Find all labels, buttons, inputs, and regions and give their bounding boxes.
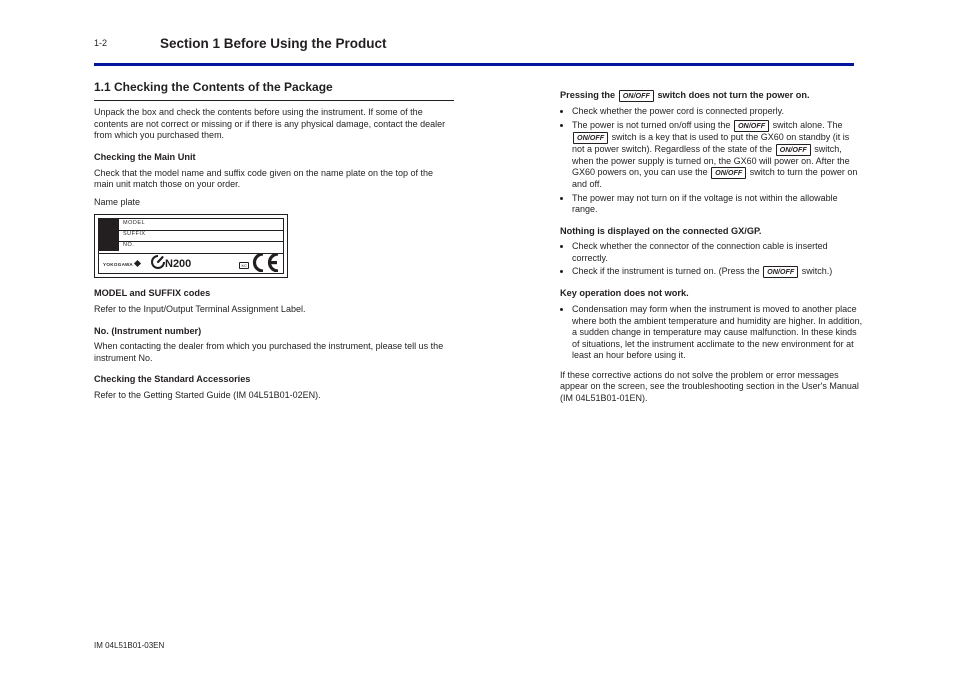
- list-item: The power is not turned on/off using the…: [572, 120, 863, 191]
- intro-paragraph: Unpack the box and check the contents be…: [94, 107, 454, 142]
- name-plate-figure: MODEL SUFFIX NO. YOKOGAWA N200 KC: [94, 214, 288, 278]
- ce-mark-icon: [251, 253, 280, 272]
- section-title: Section 1 Before Using the Product: [160, 36, 387, 51]
- footer-model-code: IM 04L51B01-03EN: [94, 641, 164, 650]
- heading-key-op: Key operation does not work.: [560, 288, 863, 300]
- plate-suffix-label: SUFFIX: [123, 231, 146, 238]
- heading-1-1: 1.1 Checking the Contents of the Package: [94, 80, 454, 95]
- list-item: Check if the instrument is turned on. (P…: [572, 266, 863, 278]
- kc-mark-icon: KC: [239, 262, 249, 269]
- c-tick-mark-icon: N200: [151, 255, 191, 271]
- plate-no-label: NO.: [123, 242, 134, 249]
- on-off-key-icon: ON/OFF: [734, 120, 769, 132]
- left-column: 1.1 Checking the Contents of the Package…: [94, 80, 454, 408]
- heading-press-switch: Pressing the ON/OFF switch does not turn…: [560, 90, 863, 102]
- list-item: The power may not turn on if the voltage…: [572, 193, 863, 216]
- on-off-key-icon: ON/OFF: [763, 266, 798, 278]
- on-off-key-icon: ON/OFF: [619, 90, 654, 102]
- plate-brand: YOKOGAWA: [103, 261, 140, 268]
- heading-underline: [94, 99, 454, 101]
- bullet-list-power: Check whether the power cord is connecte…: [560, 106, 863, 216]
- check-main-paragraph: Check that the model name and suffix cod…: [94, 168, 454, 191]
- troubleshoot-footer-paragraph: If these corrective actions do not solve…: [560, 370, 863, 405]
- diamond-icon: [134, 260, 141, 267]
- plate-model-label: MODEL: [123, 220, 145, 227]
- model-paragraph: Refer to the Input/Output Terminal Assig…: [94, 304, 454, 316]
- heading-nothing-displayed: Nothing is displayed on the connected GX…: [560, 226, 863, 238]
- on-off-key-icon: ON/OFF: [776, 144, 811, 156]
- bullet-list-key: Condensation may form when the instrumen…: [560, 304, 863, 362]
- instrument-no-paragraph: When contacting the dealer from which yo…: [94, 341, 454, 364]
- list-item: Check whether the power cord is connecte…: [572, 106, 863, 118]
- bullet-list-display: Check whether the connector of the conne…: [560, 241, 863, 278]
- heading-model-suffix: MODEL and SUFFIX codes: [94, 288, 454, 300]
- list-item: Condensation may form when the instrumen…: [572, 304, 863, 362]
- page-number: 1-2: [94, 38, 107, 48]
- nameplate-caption: Name plate: [94, 197, 454, 209]
- accessories-paragraph: Refer to the Getting Started Guide (IM 0…: [94, 390, 454, 402]
- heading-check-main: Checking the Main Unit: [94, 152, 454, 164]
- on-off-key-icon: ON/OFF: [711, 167, 746, 179]
- heading-accessories: Checking the Standard Accessories: [94, 374, 454, 386]
- list-item: Check whether the connector of the conne…: [572, 241, 863, 264]
- heading-instrument-no: No. (Instrument number): [94, 326, 454, 338]
- blue-divider: [94, 63, 854, 66]
- right-column: Pressing the ON/OFF switch does not turn…: [560, 80, 863, 410]
- on-off-key-icon: ON/OFF: [573, 132, 608, 144]
